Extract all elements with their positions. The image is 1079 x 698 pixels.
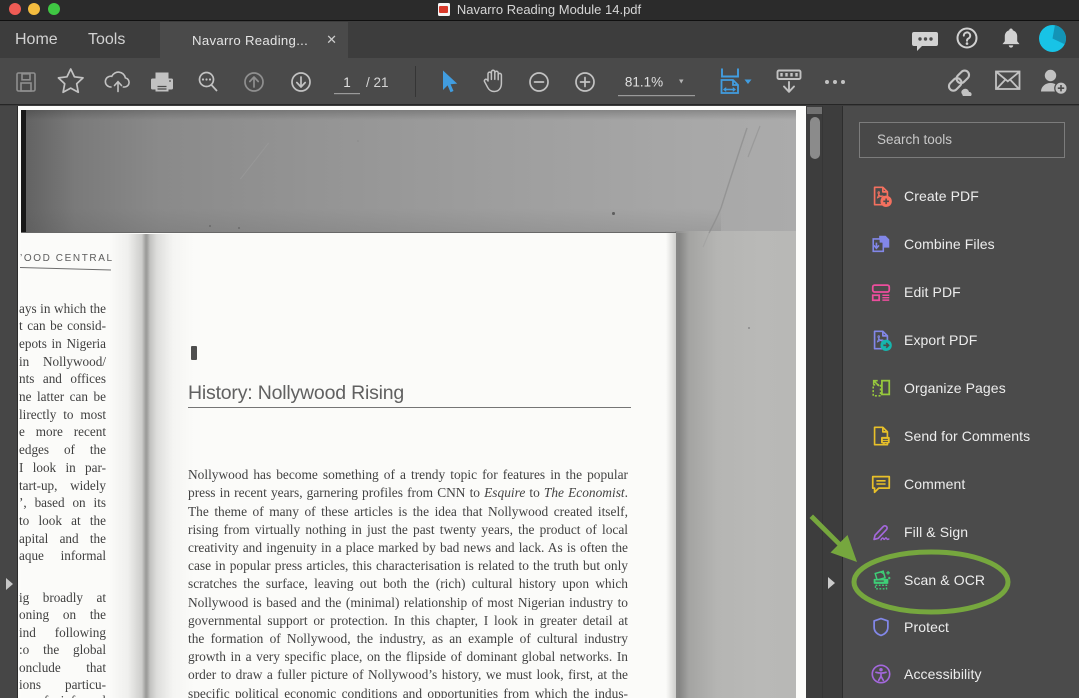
svg-text:/ 21: / 21 [366, 75, 389, 90]
svg-text:1: 1 [343, 75, 351, 90]
svg-text:81.1%: 81.1% [625, 75, 663, 90]
